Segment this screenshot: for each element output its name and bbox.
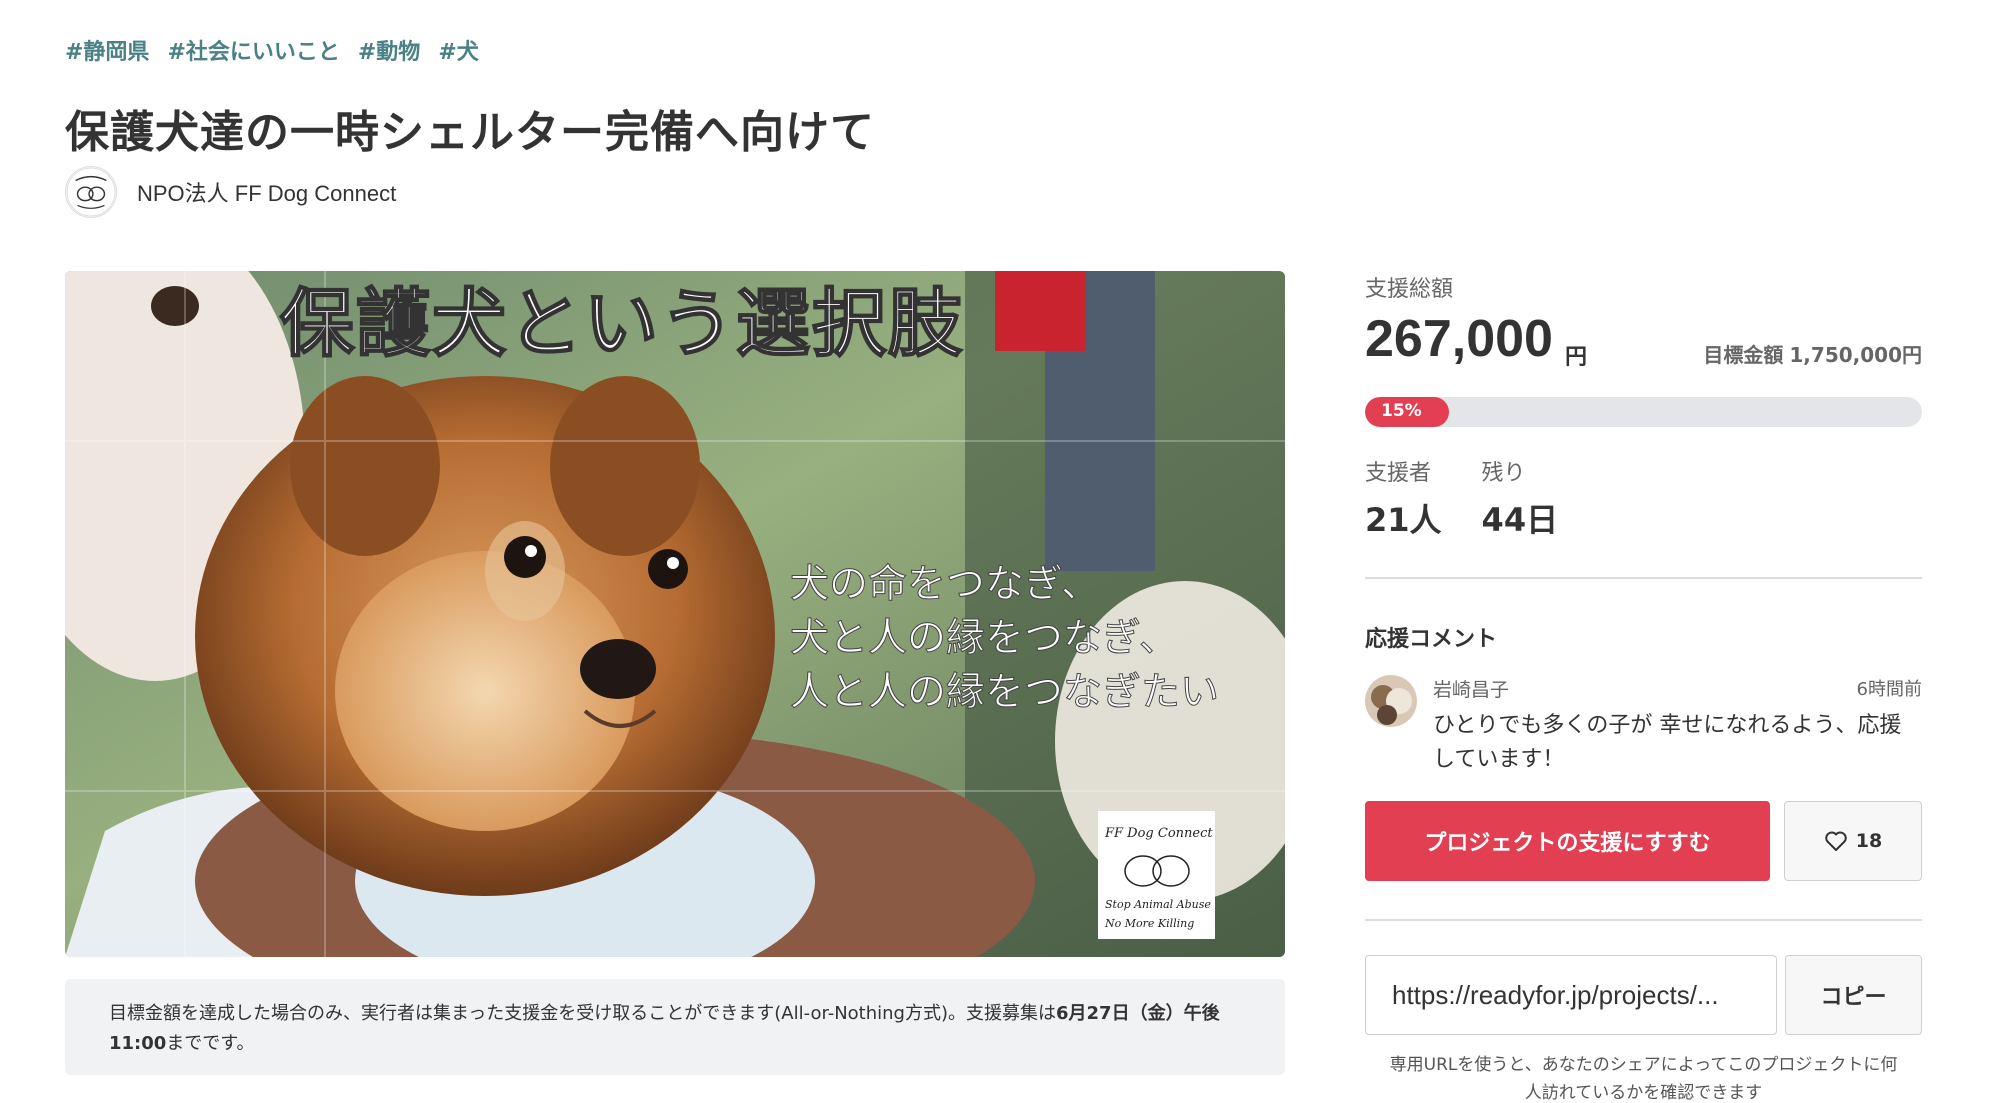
share-url-input[interactable] [1365, 955, 1777, 1035]
owner-name[interactable]: NPO法人 FF Dog Connect [137, 176, 396, 208]
supporters-value: 21人 [1365, 501, 1442, 539]
comment-time: 6時間前 [1856, 679, 1922, 700]
notice-text-end: までです。 [166, 1033, 255, 1054]
all-or-nothing-notice: 目標金額を達成した場合のみ、実行者は集まった支援金を受け取ることができます(Al… [65, 979, 1285, 1075]
progress-percent: 15% [1381, 401, 1422, 421]
commenter-name[interactable]: 岩崎昌子 [1433, 675, 1509, 702]
progress-bar: 15% [1365, 397, 1922, 427]
heart-icon [1825, 831, 1847, 851]
divider [1365, 919, 1922, 921]
hero-line-1: 犬の命をつなぎ、 [790, 562, 1100, 607]
divider [1365, 577, 1922, 579]
comment-item[interactable]: 岩崎昌子 6時間前 ひとりでも多くの子が 幸せになれるよう、応援しています！ [1365, 675, 1922, 785]
goal-amount-block: 目標金額 1,750,000円 [1697, 339, 1922, 368]
tag-social-good[interactable]: #社会にいいこと [167, 34, 339, 66]
badge-line-3: No More Killing [1104, 917, 1194, 930]
remaining-label: 残り [1481, 461, 1526, 486]
tag-dog[interactable]: #犬 [438, 34, 478, 66]
badge-line-2: Stop Animal Abuse [1105, 898, 1211, 911]
project-title: 保護犬達の一時シェルター完備へ向けて [65, 107, 875, 158]
share-row: コピー [1365, 955, 1922, 1035]
funding-panel: 支援総額 267,000 円 目標金額 1,750,000円 15% 支援者 21… [1365, 271, 1922, 1103]
hero-headline: 保護犬という選択肢 [280, 281, 964, 367]
hero-line-2: 犬と人の縁をつなぎ、 [790, 616, 1178, 661]
owner-logo[interactable] [65, 166, 117, 218]
tag-shizuoka[interactable]: #静岡県 [65, 34, 149, 66]
notice-text: 目標金額を達成した場合のみ、実行者は集まった支援金を受け取ることができます(Al… [109, 1003, 1056, 1024]
supporters-stat: 支援者 21人 [1365, 455, 1442, 541]
commenter-avatar[interactable] [1365, 675, 1417, 727]
hero-image: 保護犬という選択肢 犬の命をつなぎ、 犬と人の縁をつなぎ、 人と人の縁をつなぎた… [65, 271, 1285, 957]
support-button[interactable]: プロジェクトの支援にすすむ [1365, 801, 1770, 881]
comment-text: ひとりでも多くの子が 幸せになれるよう、応援しています！ [1433, 713, 1902, 772]
supporters-label: 支援者 [1365, 461, 1432, 486]
stats-row: 支援者 21人 残り 44日 [1365, 455, 1922, 541]
tag-list: #静岡県 #社会にいいこと #動物 #犬 [65, 34, 479, 66]
total-amount: 267,000 [1365, 310, 1553, 368]
badge-line-1: FF Dog Connect [1104, 826, 1213, 841]
copy-button[interactable]: コピー [1785, 955, 1922, 1035]
action-row: プロジェクトの支援にすすむ 18 [1365, 801, 1922, 881]
goal-label: 目標金額 [1703, 343, 1784, 367]
total-row: 267,000 円 目標金額 1,750,000円 [1365, 309, 1922, 373]
tag-animals[interactable]: #動物 [358, 34, 420, 66]
total-currency: 円 [1565, 345, 1588, 370]
favorite-count: 18 [1855, 830, 1883, 852]
goal-amount: 1,750,000円 [1789, 343, 1922, 367]
comments-title: 応援コメント [1365, 627, 1498, 652]
share-note: 専用URLを使うと、あなたのシェアによってこのプロジェクトに何人訪れているかを確… [1389, 1055, 1898, 1103]
remaining-value: 44日 [1481, 501, 1559, 539]
remaining-stat: 残り 44日 [1482, 455, 1559, 541]
hero-line-3: 人と人の縁をつなぎたい [790, 670, 1219, 715]
ffdc-badge: FF Dog Connect Stop Animal Abuse No More… [1098, 811, 1215, 939]
owner-info[interactable]: NPO法人 FF Dog Connect [65, 166, 396, 218]
favorite-button[interactable]: 18 [1784, 801, 1922, 881]
total-label: 支援総額 [1365, 277, 1454, 302]
